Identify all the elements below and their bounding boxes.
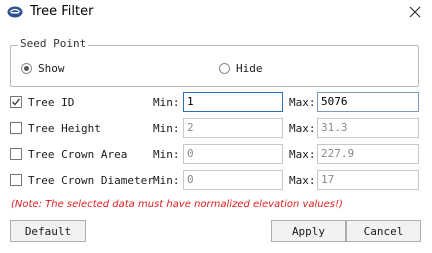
app-logo-icon xyxy=(7,6,23,18)
tree-height-checkbox[interactable] xyxy=(10,122,22,134)
tree-height-label: Tree Height xyxy=(28,122,101,135)
show-radio-label[interactable]: Show xyxy=(38,62,65,75)
seed-point-legend: Seed Point xyxy=(18,37,89,50)
tree-height-max-label: Max: xyxy=(289,122,316,135)
close-icon[interactable] xyxy=(403,1,427,23)
tree-id-min-label: Min: xyxy=(153,96,180,109)
tree-id-label: Tree ID xyxy=(28,96,75,109)
tree-id-checkbox[interactable] xyxy=(10,96,22,108)
tree-height-min-label: Min: xyxy=(153,122,180,135)
tree-crown-area-min-label: Min: xyxy=(153,148,180,161)
tree-id-min-input[interactable]: 1 xyxy=(183,92,283,112)
tree-crown-area-min-input[interactable]: 0 xyxy=(183,144,283,164)
tree-height-min-input[interactable]: 2 xyxy=(183,118,283,138)
radio-selected-dot xyxy=(24,66,29,71)
tree-crown-diameter-checkbox[interactable] xyxy=(10,174,22,186)
tree-crown-area-label: Tree Crown Area xyxy=(28,148,128,161)
checkmark-icon xyxy=(12,98,21,106)
tree-crown-area-checkbox[interactable] xyxy=(10,148,22,160)
tree-crown-area-max-label: Max: xyxy=(289,148,316,161)
hide-radio[interactable] xyxy=(219,63,230,74)
tree-crown-diameter-max-input[interactable]: 17 xyxy=(317,170,419,190)
elevation-note: (Note: The selected data must have norma… xyxy=(11,199,343,210)
hide-radio-label[interactable]: Hide xyxy=(236,62,263,75)
tree-height-max-input[interactable]: 31.3 xyxy=(317,118,419,138)
window-title: Tree Filter xyxy=(30,4,94,19)
seed-point-group xyxy=(10,45,419,87)
tree-crown-diameter-min-input[interactable]: 0 xyxy=(183,170,283,190)
tree-crown-diameter-max-label: Max: xyxy=(289,174,316,187)
tree-id-max-label: Max: xyxy=(289,96,316,109)
default-button[interactable]: Default xyxy=(10,220,86,242)
tree-crown-area-max-input[interactable]: 227.9 xyxy=(317,144,419,164)
tree-id-max-input[interactable]: 5076 xyxy=(317,92,419,112)
tree-crown-diameter-min-label: Min: xyxy=(153,174,180,187)
title-bar: Tree Filter xyxy=(0,0,432,26)
cancel-button[interactable]: Cancel xyxy=(346,220,421,242)
apply-button[interactable]: Apply xyxy=(271,220,346,242)
show-radio[interactable] xyxy=(21,63,32,74)
tree-crown-diameter-label: Tree Crown Diameter xyxy=(28,174,154,187)
